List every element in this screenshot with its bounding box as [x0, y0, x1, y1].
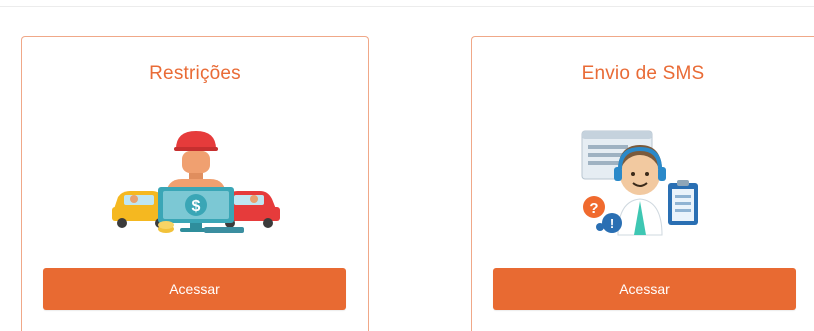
- access-button-envio-sms[interactable]: Acessar: [493, 268, 796, 310]
- restrictions-illustration-icon: $: [110, 127, 280, 242]
- svg-text:!: !: [610, 216, 614, 231]
- svg-text:?: ?: [589, 200, 598, 217]
- access-button-restricoes[interactable]: Acessar: [43, 268, 346, 310]
- card-title-restricoes: Restrições: [149, 63, 241, 84]
- sms-support-illustration-icon: ? !: [578, 127, 708, 244]
- card-restricoes: Restrições $ Acessar: [21, 36, 369, 331]
- svg-text:$: $: [192, 198, 201, 215]
- top-divider: [0, 6, 814, 7]
- card-envio-sms: Envio de SMS ? ! Acessar: [471, 36, 814, 331]
- card-title-envio-sms: Envio de SMS: [581, 63, 705, 84]
